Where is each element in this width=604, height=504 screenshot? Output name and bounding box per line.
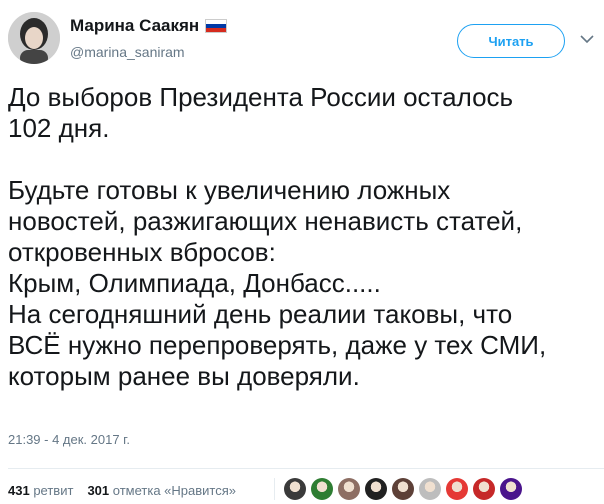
tweet-text: До выборов Президента России осталось 10… — [8, 82, 547, 391]
liker-avatar-6[interactable] — [419, 478, 441, 500]
avatar-photo-icon — [8, 12, 60, 64]
author-handle[interactable]: @marina_saniram — [70, 44, 185, 60]
author-name[interactable]: Марина Саакян — [70, 16, 228, 36]
likes-stat[interactable]: 301 отметка «Нравится» — [87, 483, 236, 498]
author-name-text[interactable]: Марина Саакян — [70, 16, 199, 36]
liker-avatar-1[interactable] — [284, 478, 306, 500]
liker-avatar-8[interactable] — [473, 478, 495, 500]
liker-avatar-9[interactable] — [500, 478, 522, 500]
liker-avatar-5[interactable] — [392, 478, 414, 500]
retweets-count: 431 — [8, 483, 30, 498]
liker-avatar-2[interactable] — [311, 478, 333, 500]
likes-count: 301 — [87, 483, 110, 498]
tweet-stats: 431 ретвит 301 отметка «Нравится» — [8, 483, 236, 498]
retweets-stat[interactable]: 431 ретвит — [8, 483, 73, 498]
russian-flag-icon — [205, 19, 228, 33]
liker-avatar-7[interactable] — [446, 478, 468, 500]
retweets-label: ретвит — [33, 483, 74, 498]
tweet-timestamp[interactable]: 21:39 - 4 дек. 2017 г. — [8, 432, 130, 447]
liker-avatar-3[interactable] — [338, 478, 360, 500]
liker-avatars — [284, 478, 522, 500]
stats-separator — [274, 478, 275, 500]
likes-label: отметка «Нравится» — [112, 483, 236, 498]
follow-button[interactable]: Читать — [457, 24, 565, 58]
author-avatar[interactable] — [8, 12, 60, 64]
chevron-down-icon[interactable] — [578, 30, 596, 48]
divider — [8, 468, 604, 469]
liker-avatar-4[interactable] — [365, 478, 387, 500]
